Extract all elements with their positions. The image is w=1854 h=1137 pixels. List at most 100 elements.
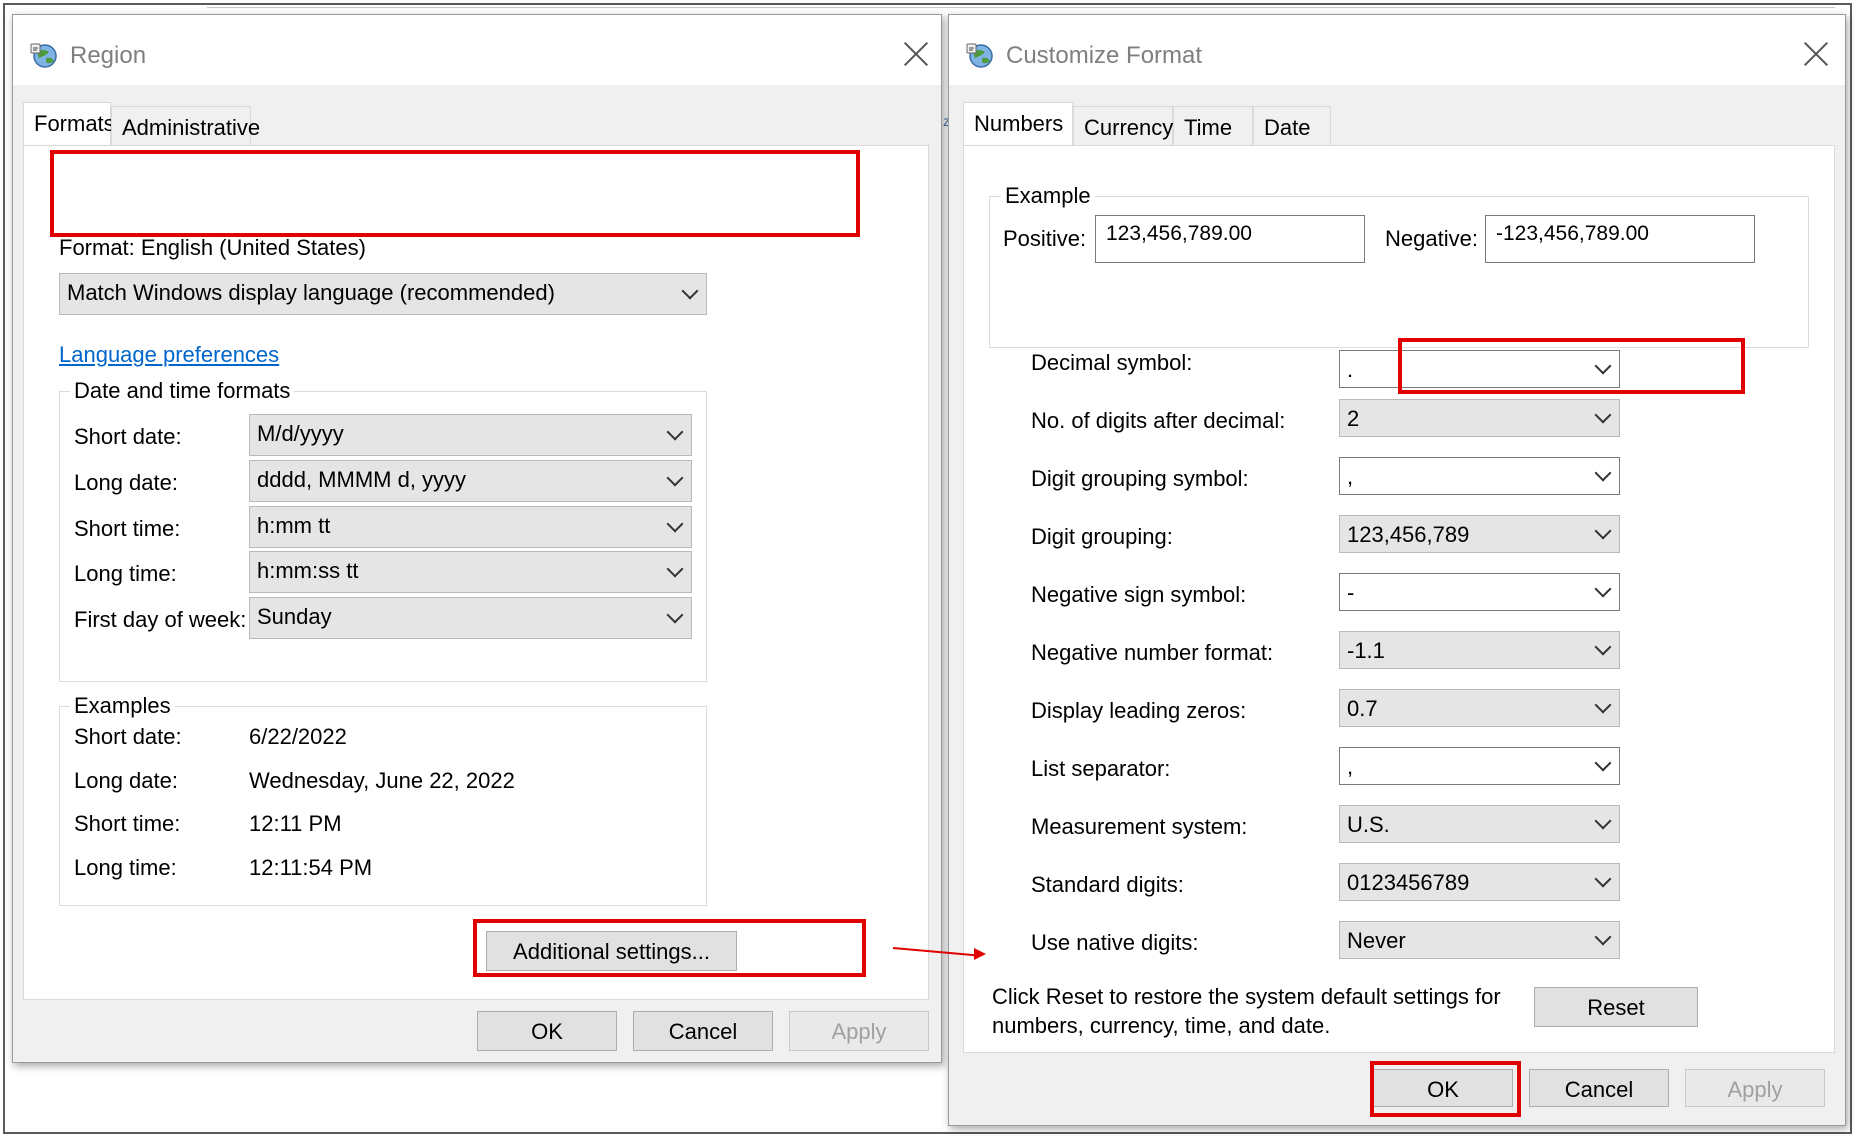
example-heading: Example	[1001, 183, 1095, 209]
customize-body: Numbers Currency Time Date Example Posit…	[949, 85, 1845, 1125]
long-time-dropdown[interactable]: h:mm:ss tt	[249, 551, 692, 593]
negative-sign-symbol-value: -	[1347, 580, 1355, 605]
region-title: Region	[70, 42, 147, 69]
chevron-down-icon	[1594, 812, 1612, 830]
tab-date[interactable]: Date	[1253, 106, 1331, 146]
first-day-of-week-label: First day of week:	[74, 607, 247, 632]
decimal-symbol-value: .	[1347, 357, 1354, 382]
chevron-down-icon	[1594, 406, 1612, 424]
tab-currency[interactable]: Currency	[1073, 106, 1173, 146]
annotation-arrow-icon	[974, 948, 986, 960]
use-native-digits-value: Never	[1347, 928, 1406, 953]
long-date-label: Long date:	[74, 470, 178, 495]
tab-numbers[interactable]: Numbers	[963, 102, 1073, 146]
negative-example-field: -123,456,789.00	[1485, 215, 1755, 263]
chevron-down-icon	[666, 606, 684, 624]
negative-number-format-dropdown[interactable]: -1.1	[1339, 631, 1620, 669]
format-label: Format: English (United States)	[59, 235, 366, 260]
formats-panel: Format: English (United States) Match Wi…	[23, 145, 929, 1000]
digit-grouping-symbol-label: Digit grouping symbol:	[1031, 466, 1249, 491]
region-cancel-button[interactable]: Cancel	[633, 1011, 773, 1051]
measurement-system-dropdown[interactable]: U.S.	[1339, 805, 1620, 843]
example-short-date-label: Short date:	[74, 724, 182, 749]
datetime-formats-heading: Date and time formats	[70, 378, 295, 404]
digit-grouping-label: Digit grouping:	[1031, 524, 1173, 549]
first-day-of-week-value: Sunday	[257, 604, 332, 629]
digit-grouping-symbol-dropdown[interactable]: ,	[1339, 457, 1620, 495]
use-native-digits-dropdown[interactable]: Never	[1339, 921, 1620, 959]
digit-grouping-symbol-value: ,	[1347, 464, 1354, 489]
short-date-dropdown[interactable]: M/d/yyyy	[249, 414, 692, 456]
digits-after-decimal-dropdown[interactable]: 2	[1339, 399, 1620, 437]
long-date-dropdown[interactable]: dddd, MMMM d, yyyy	[249, 460, 692, 502]
customize-cancel-button[interactable]: Cancel	[1529, 1069, 1669, 1107]
customize-titlebar: Customize Format	[949, 15, 1845, 85]
decimal-symbol-label: Decimal symbol:	[1031, 350, 1193, 375]
negative-number-format-label: Negative number format:	[1031, 640, 1274, 665]
region-ok-button[interactable]: OK	[477, 1011, 617, 1051]
reset-description-line1: Click Reset to restore the system defaul…	[992, 984, 1501, 1009]
screenshot-canvas: z Region Formats Administrative Format: …	[0, 0, 1854, 1137]
region-titlebar: Region	[13, 15, 941, 85]
globe-icon	[30, 43, 57, 68]
chevron-down-icon	[1594, 696, 1612, 714]
language-preferences-link[interactable]: Language preferences	[59, 342, 279, 368]
example-long-date-label: Long date:	[74, 768, 178, 793]
digit-grouping-dropdown[interactable]: 123,456,789	[1339, 515, 1620, 553]
chevron-down-icon	[1594, 580, 1612, 598]
standard-digits-dropdown[interactable]: 0123456789	[1339, 863, 1620, 901]
examples-heading: Examples	[70, 693, 175, 719]
additional-settings-highlight-box	[473, 919, 866, 977]
display-leading-zeros-dropdown[interactable]: 0.7	[1339, 689, 1620, 727]
customize-close-icon[interactable]	[1803, 41, 1829, 67]
example-short-time-value: 12:11 PM	[249, 811, 342, 836]
example-short-date-value: 6/22/2022	[249, 724, 347, 749]
chevron-down-icon	[1594, 754, 1612, 772]
format-dropdown-value: Match Windows display language (recommen…	[67, 280, 555, 305]
display-leading-zeros-label: Display leading zeros:	[1031, 698, 1247, 723]
chevron-down-icon	[1594, 870, 1612, 888]
list-separator-value: ,	[1347, 754, 1354, 779]
example-long-time-label: Long time:	[74, 855, 177, 880]
measurement-system-value: U.S.	[1347, 812, 1390, 837]
long-time-value: h:mm:ss tt	[257, 558, 359, 583]
short-date-label: Short date:	[74, 424, 182, 449]
list-separator-label: List separator:	[1031, 756, 1171, 781]
ok-highlight-box	[1370, 1061, 1521, 1117]
negative-sign-symbol-dropdown[interactable]: -	[1339, 573, 1620, 611]
tab-administrative[interactable]: Administrative	[111, 106, 260, 146]
short-time-value: h:mm tt	[257, 513, 331, 538]
region-close-icon[interactable]	[903, 41, 929, 67]
short-time-label: Short time:	[74, 516, 181, 541]
list-separator-dropdown[interactable]: ,	[1339, 747, 1620, 785]
chevron-down-icon	[666, 560, 684, 578]
display-leading-zeros-value: 0.7	[1347, 696, 1378, 721]
digits-after-decimal-label: No. of digits after decimal:	[1031, 408, 1286, 433]
negative-label: Negative:	[1385, 226, 1478, 251]
digit-grouping-value: 123,456,789	[1347, 522, 1470, 547]
region-apply-button[interactable]: Apply	[789, 1011, 929, 1051]
chevron-down-icon	[666, 469, 684, 487]
reset-button[interactable]: Reset	[1534, 987, 1698, 1027]
chevron-down-icon	[1594, 464, 1612, 482]
tab-formats[interactable]: Formats	[23, 102, 115, 146]
chevron-down-icon	[666, 423, 684, 441]
digits-after-decimal-value: 2	[1347, 406, 1360, 431]
example-short-time-label: Short time:	[74, 811, 181, 836]
tab-time[interactable]: Time	[1173, 106, 1253, 146]
customize-format-dialog: Customize Format Numbers Currency Time D…	[948, 14, 1846, 1126]
chevron-down-icon	[681, 282, 699, 300]
positive-example-field: 123,456,789.00	[1095, 215, 1365, 263]
customize-title: Customize Format	[1006, 42, 1203, 69]
format-dropdown[interactable]: Match Windows display language (recommen…	[59, 273, 707, 315]
short-time-dropdown[interactable]: h:mm tt	[249, 506, 692, 548]
format-highlight-box	[50, 150, 860, 237]
positive-label: Positive:	[1003, 226, 1087, 251]
chevron-down-icon	[666, 515, 684, 533]
customize-apply-button[interactable]: Apply	[1685, 1069, 1825, 1107]
negative-sign-symbol-label: Negative sign symbol:	[1031, 582, 1247, 607]
first-day-of-week-dropdown[interactable]: Sunday	[249, 597, 692, 639]
reset-description-line2: numbers, currency, time, and date.	[992, 1013, 1331, 1038]
chevron-down-icon	[1594, 522, 1612, 540]
decimal-symbol-highlight-box	[1398, 338, 1745, 394]
